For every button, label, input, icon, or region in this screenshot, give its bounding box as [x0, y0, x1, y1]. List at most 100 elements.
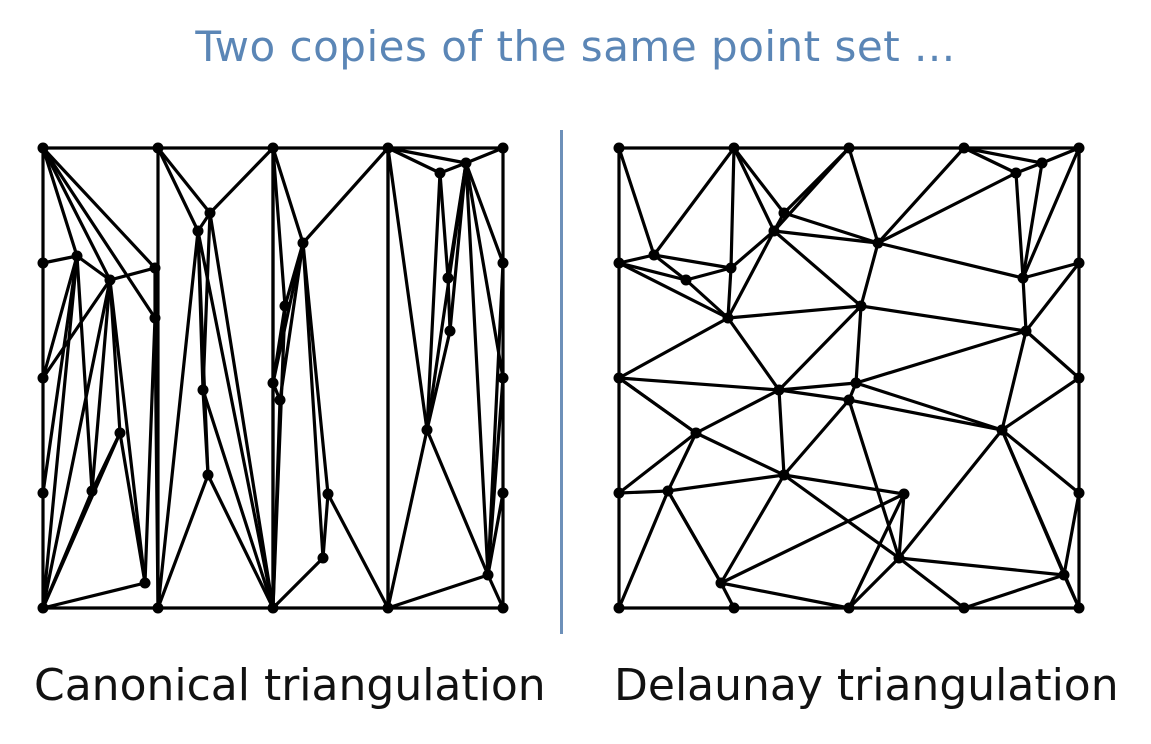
point	[872, 237, 884, 249]
point	[1073, 602, 1085, 614]
triangulation-edge	[772, 146, 851, 233]
triangulation-edge	[847, 398, 901, 560]
point	[778, 207, 790, 219]
point	[1010, 167, 1022, 179]
point	[37, 487, 49, 499]
point	[613, 602, 625, 614]
triangulation-edge	[876, 146, 966, 245]
point	[690, 427, 702, 439]
point	[773, 384, 785, 396]
triangulation-edge	[876, 171, 1018, 245]
point	[442, 272, 454, 284]
point	[893, 552, 905, 564]
point	[204, 207, 216, 219]
point	[662, 485, 674, 497]
triangulation-edge	[1024, 261, 1081, 333]
triangulation-edge	[196, 229, 275, 610]
triangulation-edge	[777, 388, 786, 477]
triangulation-edge	[726, 229, 776, 320]
canonical-triangulation-diagram	[10, 128, 530, 628]
triangulation-edge	[652, 146, 736, 257]
point	[139, 577, 151, 589]
point	[444, 325, 456, 337]
point	[728, 142, 740, 154]
point	[152, 142, 164, 154]
point	[37, 372, 49, 384]
point	[613, 142, 625, 154]
triangulation-edge	[777, 304, 863, 392]
triangulation-edge	[464, 146, 505, 165]
triangulation-edge	[854, 304, 863, 385]
point	[267, 142, 279, 154]
point	[202, 469, 214, 481]
point	[497, 602, 509, 614]
triangulation-edge	[1014, 171, 1025, 280]
point	[279, 300, 291, 312]
canonical-caption: Canonical triangulation	[34, 660, 546, 711]
point	[192, 225, 204, 237]
point	[1020, 325, 1032, 337]
point	[114, 427, 126, 439]
triangulation-edge	[41, 254, 79, 610]
point	[152, 602, 164, 614]
point	[725, 262, 737, 274]
triangulation-edge	[201, 388, 275, 610]
point	[460, 157, 472, 169]
triangulation-edge	[782, 473, 906, 496]
point	[382, 142, 394, 154]
triangulation-edge	[425, 428, 490, 577]
triangulation-edge	[617, 489, 670, 495]
point	[37, 142, 49, 154]
delaunay-caption: Delaunay triangulation	[614, 660, 1119, 711]
triangulation-edge	[617, 431, 698, 495]
point	[1073, 372, 1085, 384]
triangulation-edge	[897, 556, 1066, 577]
point	[843, 142, 855, 154]
point	[482, 569, 494, 581]
point	[197, 384, 209, 396]
triangulation-edge	[143, 316, 157, 585]
triangulation-edge	[208, 146, 275, 215]
triangulation-edge	[962, 146, 1044, 165]
triangulation-edge	[386, 428, 429, 610]
triangulation-edge	[694, 431, 786, 477]
triangulation-edge	[666, 431, 698, 493]
point	[267, 377, 279, 389]
triangulation-edge	[386, 146, 429, 432]
triangulation-edge	[1021, 161, 1044, 280]
point	[71, 250, 83, 262]
triangulation-edge	[1000, 428, 1066, 577]
slide-title: Two copies of the same point set ...	[195, 22, 956, 71]
point	[715, 577, 727, 589]
triangulation-edge	[684, 266, 733, 282]
triangulation-edge	[617, 316, 730, 380]
point	[37, 602, 49, 614]
point	[855, 300, 867, 312]
triangulation-edge	[854, 329, 1028, 385]
point	[843, 602, 855, 614]
point	[104, 274, 116, 286]
triangulation-edge	[208, 211, 275, 610]
triangulation-edge	[897, 428, 1004, 560]
triangulation-edge	[859, 241, 880, 308]
triangulation-edge	[666, 489, 723, 585]
triangulation-edge	[666, 473, 786, 493]
delaunay-triangulation-graph	[613, 142, 1085, 614]
triangulation-edge	[732, 146, 776, 233]
triangulation-edge	[617, 376, 698, 435]
point	[497, 487, 509, 499]
triangulation-edge	[1021, 276, 1028, 333]
triangulation-edge	[847, 146, 880, 245]
point	[497, 142, 509, 154]
panel-divider	[560, 130, 563, 634]
point	[613, 487, 625, 499]
triangulation-edge	[108, 266, 157, 282]
triangulation-edge	[1062, 491, 1081, 577]
triangulation-edge	[386, 573, 490, 610]
triangulation-edge	[777, 381, 858, 392]
delaunay-triangulation-diagram	[586, 128, 1106, 628]
point	[722, 312, 734, 324]
triangulation-edge	[876, 241, 1025, 280]
point	[149, 262, 161, 274]
triangulation-edge	[726, 304, 863, 320]
